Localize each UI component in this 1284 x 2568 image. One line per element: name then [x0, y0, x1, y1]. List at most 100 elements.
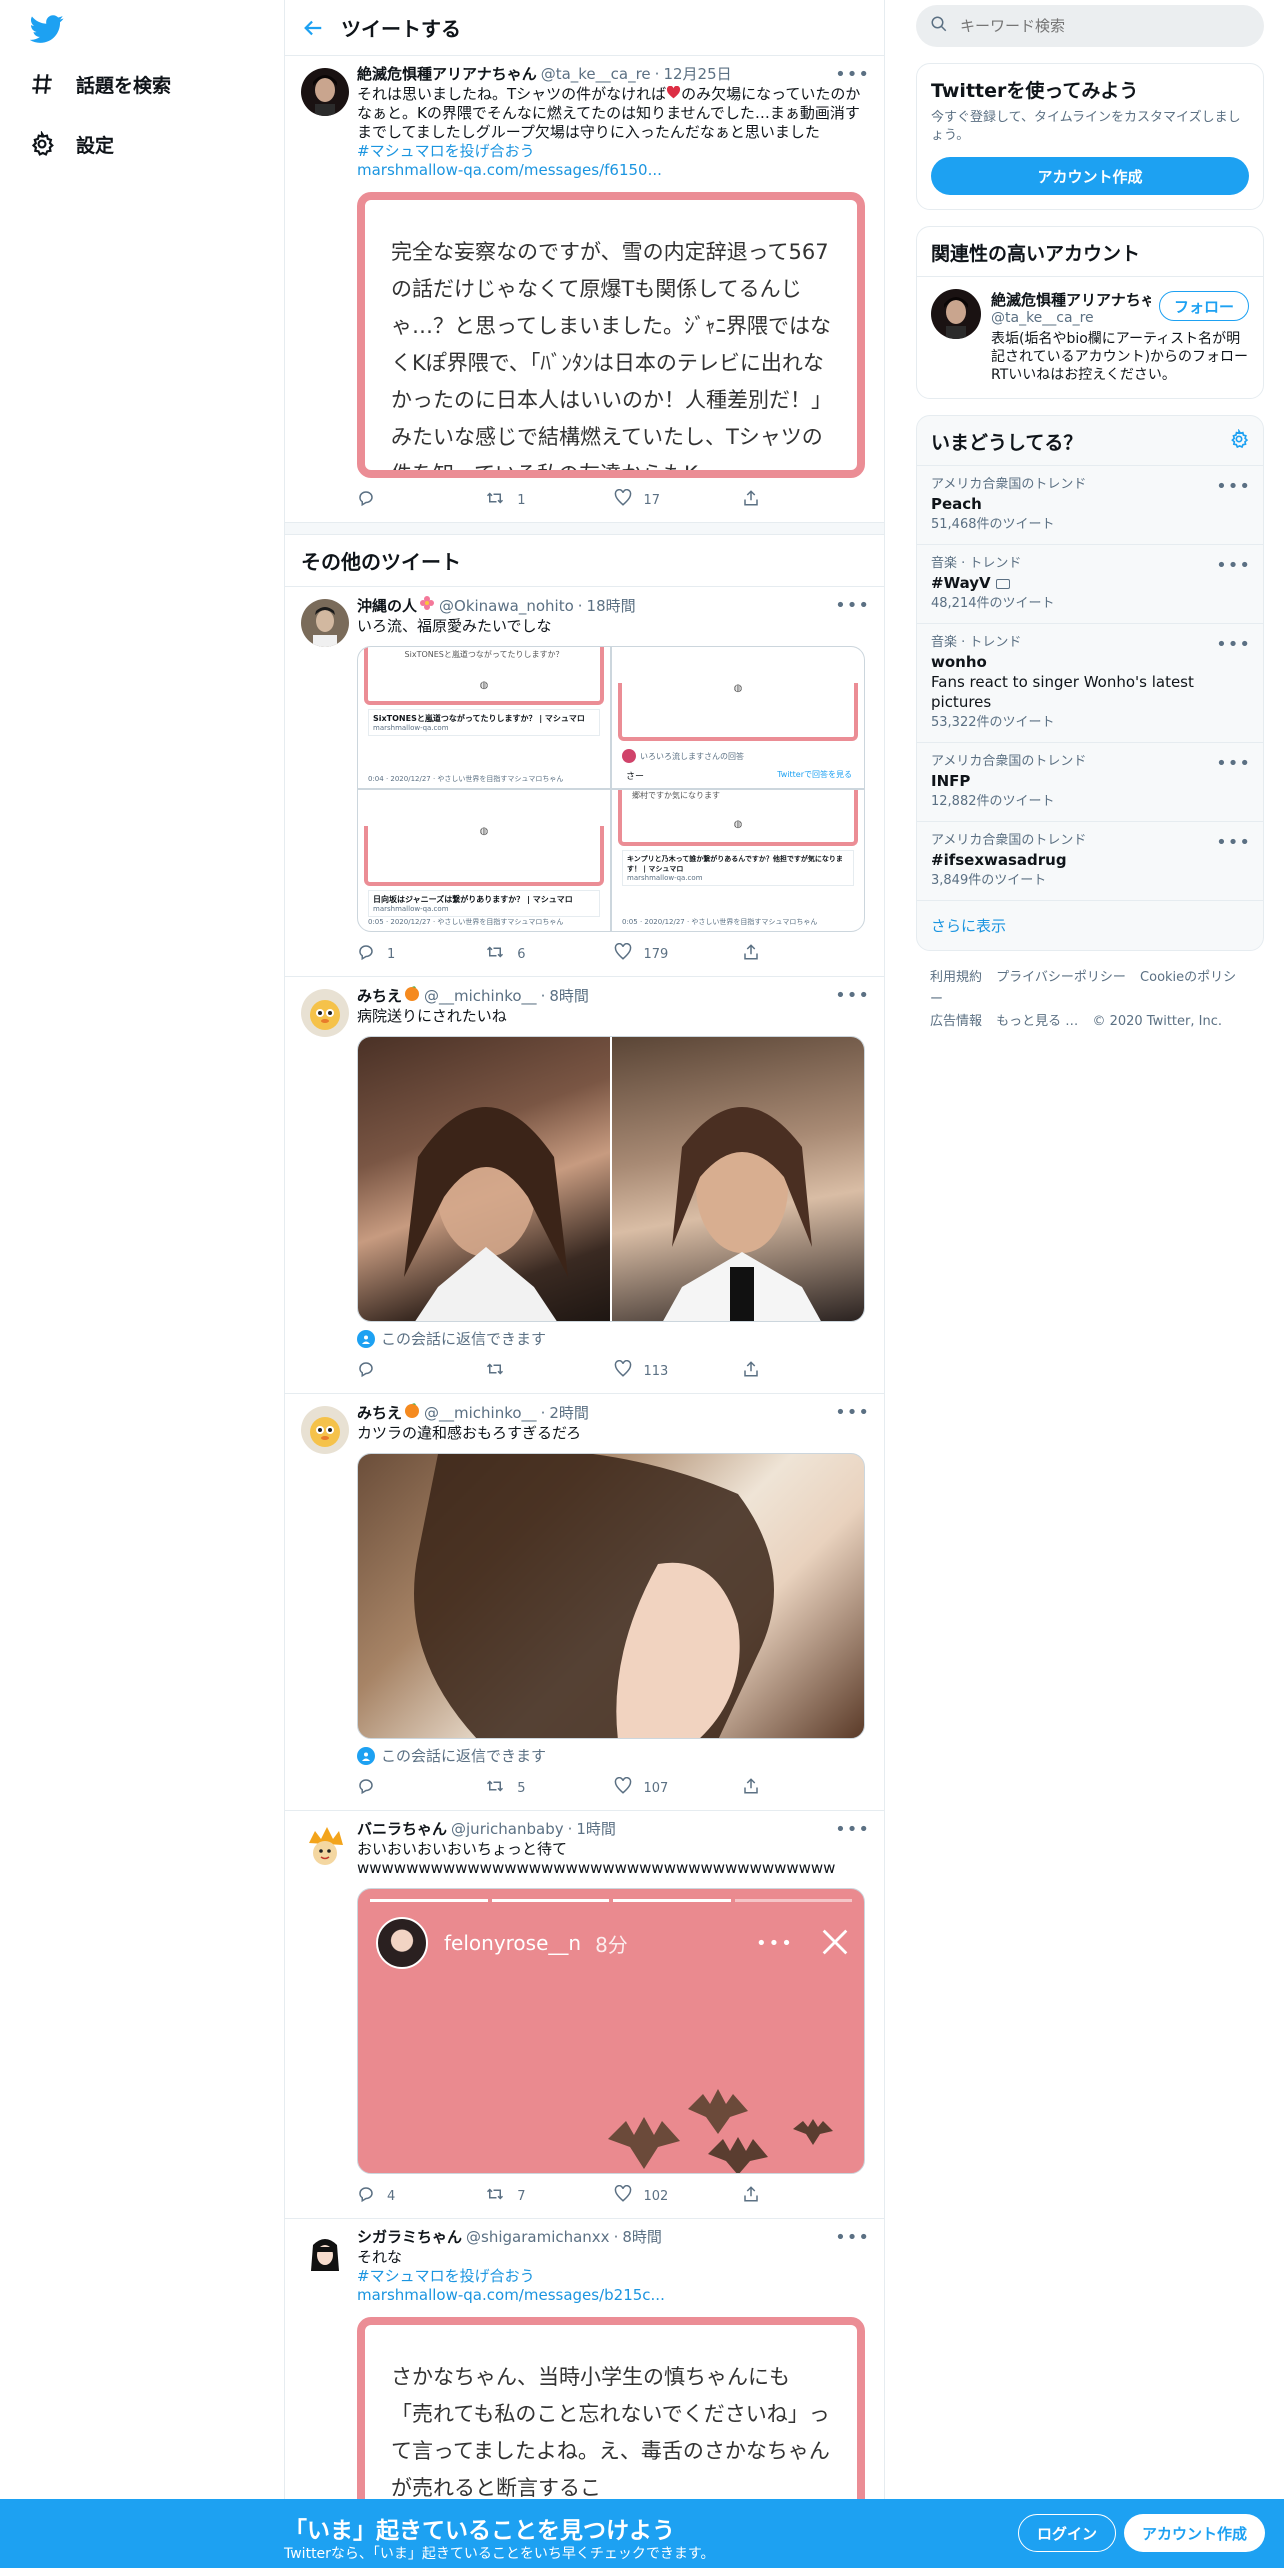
hashtag-link[interactable]: #マシュマロを投げ合おう — [357, 2267, 870, 2286]
footer-link-ads[interactable]: 広告情報 — [930, 1014, 982, 1029]
trend-item[interactable]: アメリカ合衆国のトレンド INFP 12,882件のツイート ••• — [917, 743, 1263, 822]
retweet-button[interactable]: 7 — [485, 2185, 613, 2207]
create-account-button[interactable]: アカウント作成 — [931, 157, 1249, 195]
trend-item[interactable]: 音楽 · トレンド #WayV 48,214件のツイート ••• — [917, 545, 1263, 624]
reply-button[interactable] — [357, 1777, 485, 1799]
tweet-time[interactable]: 18時間 — [587, 596, 636, 616]
more-options-icon[interactable]: ••• — [835, 64, 870, 85]
tweet-author-name[interactable]: 沖縄の人 — [357, 596, 417, 616]
trend-item[interactable]: アメリカ合衆国のトレンド #ifsexwasadrug 3,849件のツイート … — [917, 822, 1263, 901]
show-more-link[interactable]: さらに表示 — [917, 901, 1263, 950]
tweet-author-handle[interactable]: @ta_ke__ca_re — [541, 64, 651, 84]
url-link[interactable]: marshmallow-qa.com/messages/f6150... — [357, 161, 870, 180]
like-button[interactable]: 107 — [614, 1776, 742, 1799]
search-input[interactable] — [960, 17, 1230, 35]
reply-button[interactable] — [357, 489, 485, 511]
retweet-button[interactable]: 5 — [485, 1777, 613, 1799]
more-options-icon[interactable]: ••• — [1216, 832, 1251, 853]
trend-item[interactable]: アメリカ合衆国のトレンド Peach 51,468件のツイート ••• — [917, 466, 1263, 545]
retweet-button[interactable] — [485, 1360, 613, 1382]
tweet-time[interactable]: 8時間 — [622, 2227, 662, 2247]
avatar[interactable] — [931, 289, 981, 339]
tweet-author-name[interactable]: バニラちゃん — [357, 1819, 447, 1839]
tweet-time[interactable]: 8時間 — [549, 986, 589, 1006]
avatar[interactable] — [301, 68, 349, 116]
search-bar[interactable] — [916, 5, 1264, 47]
twitter-logo-icon[interactable] — [29, 12, 64, 46]
tweet-time[interactable]: 2時間 — [549, 1403, 589, 1423]
tweet-author-handle[interactable]: @__michinko__ — [424, 1403, 537, 1423]
avatar[interactable] — [301, 599, 349, 647]
related-account[interactable]: 絶滅危惧種アリアナちゃん @ta_ke__ca_re 表垢(垢名やbio欄にアー… — [917, 277, 1263, 398]
story-screenshot[interactable]: felonyrose__n 8分 ••• — [357, 1888, 865, 2174]
tweet[interactable]: バニラちゃん @jurichanbaby · 1時間 ••• おいおいおいおいち… — [285, 1811, 884, 2219]
login-button[interactable]: ログイン — [1018, 2514, 1117, 2552]
screenshot-3[interactable]: ◍ 日向坂はジャニーズは繋がりありますか？ | マシュマロ marshmallo… — [358, 790, 610, 931]
footer-link-more[interactable]: もっと見る … — [996, 1014, 1078, 1029]
reply-button[interactable]: 1 — [357, 943, 485, 965]
screenshot-grid[interactable]: SixTONESと嵐道つながってたりしますか？ ◍ SixTONESと嵐道つなが… — [357, 646, 865, 932]
tweet-author-handle[interactable]: @Okinawa_nohito — [439, 596, 574, 616]
share-button[interactable] — [742, 2185, 870, 2207]
tweet[interactable]: みちえ @__michinko__ · 2時間 ••• カツラの違和感おもろすぎ… — [285, 1394, 884, 1811]
tweet-author-name[interactable]: みちえ — [357, 986, 402, 1006]
share-button[interactable] — [742, 489, 870, 511]
screenshot-4[interactable]: 郷村ですか気になります ◍ キンプリと乃木って誰か繋がりあるんですか？他担ですが… — [612, 790, 864, 931]
photo-left[interactable] — [358, 1037, 610, 1321]
share-button[interactable] — [742, 943, 870, 965]
photo[interactable] — [357, 1453, 865, 1739]
tweet-time[interactable]: 1時間 — [576, 1819, 616, 1839]
hashtag-link[interactable]: #マシュマロを投げ合おう — [357, 142, 870, 161]
reply-button[interactable] — [357, 1360, 485, 1382]
reply-button[interactable]: 4 — [357, 2185, 485, 2207]
signup-button[interactable]: アカウント作成 — [1124, 2514, 1266, 2552]
nav-settings[interactable]: 設定 — [28, 124, 114, 164]
more-options-icon[interactable]: ••• — [1216, 476, 1251, 497]
share-button[interactable] — [742, 1777, 870, 1799]
gear-icon[interactable] — [1229, 427, 1249, 453]
screenshot-2[interactable]: ◍ いろいろ流しますさんの回答 さー Twitterで回答を見る — [612, 647, 864, 788]
more-options-icon[interactable]: ••• — [835, 595, 870, 616]
photo-right[interactable] — [612, 1037, 864, 1321]
like-button[interactable]: 179 — [614, 942, 742, 965]
tweet-author-name[interactable]: みちえ — [357, 1403, 402, 1423]
more-options-icon[interactable]: ••• — [835, 1819, 870, 1840]
avatar[interactable] — [301, 2231, 349, 2279]
tweet-author-name[interactable]: シガラミちゃん — [357, 2227, 462, 2247]
more-options-icon[interactable]: ••• — [835, 985, 870, 1006]
more-options-icon[interactable]: ••• — [835, 1402, 870, 1423]
account-name[interactable]: 絶滅危惧種アリアナちゃん — [991, 289, 1151, 310]
more-options-icon[interactable]: ••• — [1216, 634, 1251, 655]
like-button[interactable]: 102 — [614, 2184, 742, 2207]
like-button[interactable]: 17 — [614, 488, 742, 511]
main-tweet[interactable]: 絶滅危惧種アリアナちゃん @ta_ke__ca_re · 12月25日 ••• … — [285, 56, 884, 523]
avatar[interactable] — [301, 989, 349, 1037]
tweet-author-handle[interactable]: @__michinko__ — [424, 986, 537, 1006]
tweet-author-handle[interactable]: @jurichanbaby — [451, 1819, 564, 1839]
photo-pair[interactable] — [357, 1036, 865, 1322]
tweet-time[interactable]: 12月25日 — [663, 64, 731, 84]
back-arrow-icon[interactable] — [285, 17, 341, 39]
tweet[interactable]: 沖縄の人 @Okinawa_nohito · 18時間 ••• いろ流、福原愛み… — [285, 587, 884, 977]
tweet-author-name[interactable]: 絶滅危惧種アリアナちゃん — [357, 64, 537, 84]
tweet-author-handle[interactable]: @shigaramichanxx — [466, 2227, 610, 2247]
footer-link-terms[interactable]: 利用規約 — [930, 970, 982, 985]
twitter-answer-link[interactable]: Twitterで回答を見る — [777, 769, 852, 780]
nav-explore[interactable]: 話題を検索 — [28, 64, 171, 104]
screenshot-1[interactable]: SixTONESと嵐道つながってたりしますか？ ◍ SixTONESと嵐道つなが… — [358, 647, 610, 788]
trend-item[interactable]: 音楽 · トレンド wonho Fans react to singer Won… — [917, 624, 1263, 743]
more-options-icon[interactable]: ••• — [1216, 753, 1251, 774]
footer-link-privacy[interactable]: プライバシーポリシー — [996, 970, 1126, 985]
more-options-icon[interactable]: ••• — [1216, 555, 1251, 576]
avatar[interactable] — [301, 1823, 349, 1871]
follow-button[interactable]: フォロー — [1158, 291, 1249, 321]
marshmallow-card[interactable]: 完全な妄察なのですが、雪の内定辞退って567の話だけじゃなくて原爆Tも関係してる… — [357, 192, 865, 478]
avatar[interactable] — [301, 1406, 349, 1454]
url-link[interactable]: marshmallow-qa.com/messages/b215c... — [357, 2286, 870, 2305]
share-button[interactable] — [742, 1360, 870, 1382]
retweet-button[interactable]: 6 — [485, 943, 613, 965]
more-options-icon[interactable]: ••• — [835, 2227, 870, 2248]
retweet-button[interactable]: 1 — [485, 489, 613, 511]
tweet[interactable]: みちえ @__michinko__ · 8時間 ••• 病院送りにされたいね こ… — [285, 977, 884, 1394]
like-button[interactable]: 113 — [614, 1359, 742, 1382]
